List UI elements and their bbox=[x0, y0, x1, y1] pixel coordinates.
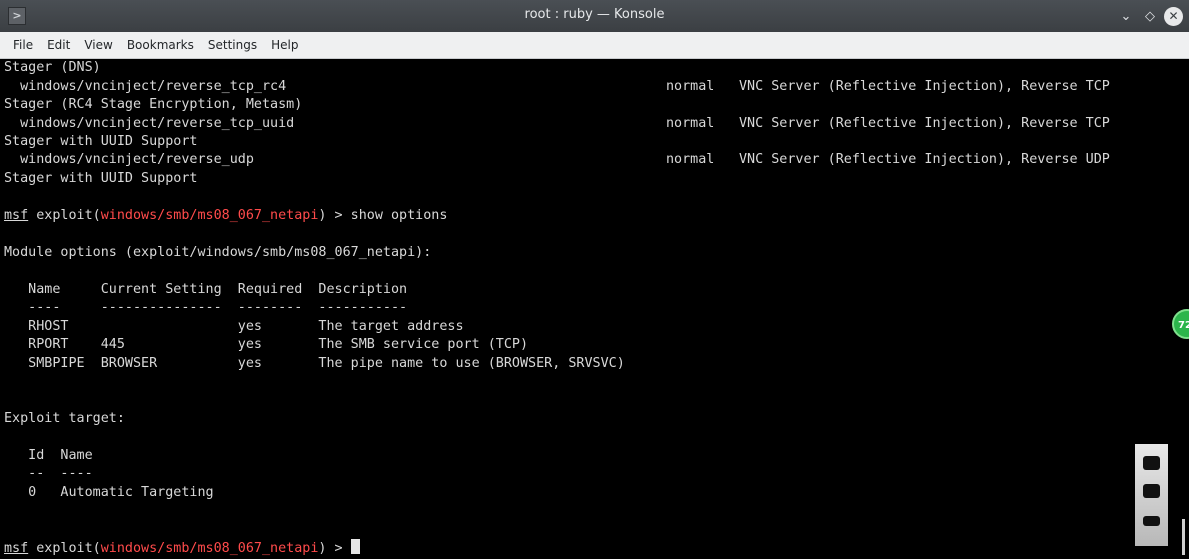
payload-rank: normal bbox=[666, 116, 715, 131]
prompt-module: windows/smb/ms08_067_netapi bbox=[100, 208, 319, 223]
text-cursor bbox=[350, 539, 360, 554]
options-row: RPORT 445 yes The SMB service port (TCP) bbox=[4, 337, 529, 352]
target-table-rule: -- ---- bbox=[4, 466, 93, 481]
payload-rank: normal bbox=[666, 79, 715, 94]
decorative-sticker bbox=[1135, 444, 1168, 546]
payload-description: VNC Server (Reflective Injection), Rever… bbox=[739, 116, 1110, 131]
terminal-output[interactable]: Stager (DNS) windows/vncinject/reverse_t… bbox=[0, 59, 1189, 559]
prompt-exploit: exploit( bbox=[36, 541, 101, 556]
minimize-icon[interactable]: ⌄ bbox=[1116, 6, 1136, 26]
target-table-header: Id Name bbox=[4, 448, 93, 463]
payload-rank: normal bbox=[666, 152, 715, 167]
terminal-line: Stager (RC4 Stage Encryption, Metasm) bbox=[4, 97, 303, 112]
terminal-line: windows/vncinject/reverse_tcp_rc4 bbox=[4, 79, 287, 94]
terminal-line: Stager with UUID Support bbox=[4, 134, 198, 149]
konsole-window: > root : ruby — Konsole ⌄ ◇ ✕ File Edit … bbox=[0, 0, 1189, 559]
terminal-line: Stager (DNS) bbox=[4, 60, 101, 75]
prompt-msf: msf bbox=[4, 208, 29, 223]
prompt-exploit: exploit( bbox=[36, 208, 101, 223]
close-icon[interactable]: ✕ bbox=[1164, 6, 1183, 26]
prompt-module: windows/smb/ms08_067_netapi bbox=[100, 541, 319, 556]
terminal-line: Stager with UUID Support bbox=[4, 171, 198, 186]
menubar: File Edit View Bookmarks Settings Help bbox=[0, 32, 1189, 59]
prompt-suffix: ) > bbox=[318, 541, 351, 556]
prompt-msf: msf bbox=[4, 541, 29, 556]
msf-prompt: msf exploit(windows/smb/ms08_067_netapi)… bbox=[4, 539, 360, 557]
menu-settings[interactable]: Settings bbox=[201, 38, 264, 52]
terminal-line: windows/vncinject/reverse_udp bbox=[4, 152, 254, 167]
target-row: 0 Automatic Targeting bbox=[4, 485, 214, 500]
prompt-suffix: ) > bbox=[318, 208, 351, 223]
menu-edit[interactable]: Edit bbox=[40, 38, 77, 52]
menu-view[interactable]: View bbox=[77, 38, 119, 52]
payload-description: VNC Server (Reflective Injection), Rever… bbox=[739, 152, 1110, 167]
options-table-header: Name Current Setting Required Descriptio… bbox=[4, 282, 408, 297]
menu-file[interactable]: File bbox=[6, 38, 40, 52]
terminal-line: windows/vncinject/reverse_tcp_uuid bbox=[4, 116, 295, 131]
payload-description: VNC Server (Reflective Injection), Rever… bbox=[739, 79, 1110, 94]
prompt-command: show options bbox=[350, 208, 448, 223]
scrollbar[interactable] bbox=[1182, 519, 1185, 555]
menu-bookmarks[interactable]: Bookmarks bbox=[120, 38, 201, 52]
titlebar[interactable]: > root : ruby — Konsole ⌄ ◇ ✕ bbox=[0, 0, 1189, 33]
window-title: root : ruby — Konsole bbox=[524, 7, 665, 22]
options-row: SMBPIPE BROWSER yes The pipe name to use… bbox=[4, 356, 625, 371]
options-table-rule: ---- --------------- -------- ----------… bbox=[4, 300, 408, 315]
msf-prompt: msf exploit(windows/smb/ms08_067_netapi)… bbox=[4, 207, 447, 225]
maximize-icon[interactable]: ◇ bbox=[1140, 6, 1160, 26]
module-options-header: Module options (exploit/windows/smb/ms08… bbox=[4, 245, 432, 260]
menu-help[interactable]: Help bbox=[264, 38, 305, 52]
options-row: RHOST yes The target address bbox=[4, 319, 464, 334]
exploit-target-header: Exploit target: bbox=[4, 411, 125, 426]
